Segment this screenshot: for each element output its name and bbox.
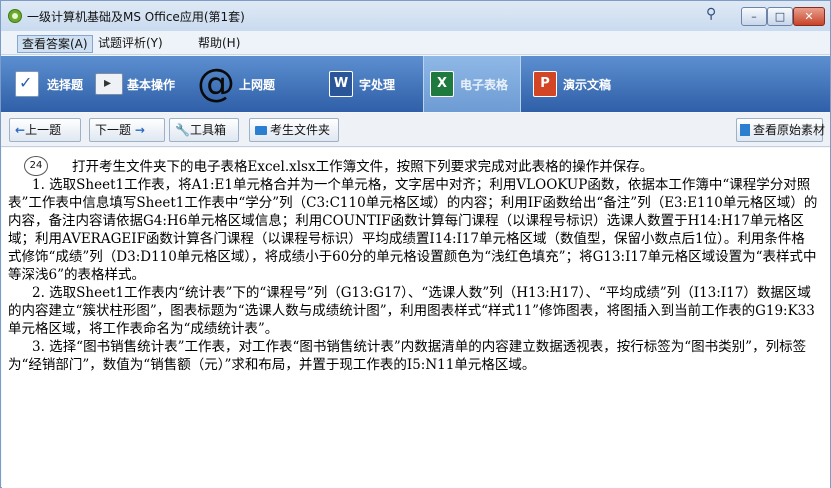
word-icon: W [329, 71, 353, 97]
question-item-1: 1. 选取Sheet1工作表，将A1:E1单元格合并为一个单元格，文字居中对齐；… [8, 177, 818, 283]
category-label: 电子表格 [460, 78, 509, 92]
wrench-icon: 🔧 [175, 123, 190, 137]
question-item-2: 2. 选取Sheet1工作表内“统计表”下的“课程号”列（G13:G17）、“选… [8, 285, 815, 337]
minimize-button[interactable]: – [741, 7, 767, 26]
app-logo-icon [8, 9, 22, 23]
checkmark-icon [15, 71, 39, 97]
menu-view-answer[interactable]: 查看答案(A) [17, 35, 93, 53]
category-label: 基本操作 [127, 78, 176, 92]
menu-question-analysis[interactable]: 试题评析(Y) [94, 35, 167, 53]
category-basic-operation[interactable]: 基本操作 [93, 61, 183, 107]
document-icon [740, 124, 750, 136]
category-label: 上网题 [239, 78, 276, 92]
category-label: 演示文稿 [563, 78, 612, 92]
candidate-folder-button[interactable]: 考生文件夹 [249, 118, 339, 142]
previous-label: 上一题 [25, 123, 62, 137]
category-internet[interactable]: @ 上网题 [193, 61, 303, 107]
question-intro: 打开考生文件夹下的电子表格Excel.xlsx工作簿文件，按照下列要求完成对此表… [72, 159, 654, 175]
category-multiple-choice[interactable]: 选择题 [9, 61, 87, 107]
toolbar: ←上一题 下一题 → 🔧工具箱 考生文件夹 查看原始素材 [1, 113, 830, 147]
title-bar: 一级计算机基础及MS Office应用(第1套) ⚲ – □ ✕ [1, 1, 830, 31]
category-presentation[interactable]: P 演示文稿 [529, 61, 629, 107]
close-button[interactable]: ✕ [793, 7, 825, 26]
excel-icon: X [430, 71, 454, 97]
arrow-left-icon: ← [15, 123, 26, 137]
arrow-right-icon: → [134, 123, 145, 137]
category-word-processing[interactable]: W 字处理 [325, 61, 417, 107]
app-window: 一级计算机基础及MS Office应用(第1套) ⚲ – □ ✕ 查看答案(A)… [0, 0, 831, 488]
powerpoint-icon: P [533, 71, 557, 97]
toolbox-button[interactable]: 🔧工具箱 [169, 118, 239, 142]
toolbox-label: 工具箱 [189, 123, 226, 137]
menu-bar: 查看答案(A) 试题评析(Y) 帮助(H) [1, 31, 830, 55]
question-text: 打开考生文件夹下的电子表格Excel.xlsx工作簿文件，按照下列要求完成对此表… [8, 158, 818, 374]
folder-icon [255, 126, 267, 135]
next-question-button[interactable]: 下一题 → [89, 118, 165, 142]
original-label: 查看原始素材 [753, 123, 826, 137]
at-sign-icon: @ [197, 61, 235, 105]
pin-icon[interactable]: ⚲ [706, 6, 716, 22]
window-icon [95, 73, 123, 95]
question-panel: 24 打开考生文件夹下的电子表格Excel.xlsx工作簿文件，按照下列要求完成… [2, 148, 830, 488]
maximize-button[interactable]: □ [767, 7, 793, 26]
folder-label: 考生文件夹 [270, 123, 331, 137]
category-label: 字处理 [359, 78, 396, 92]
previous-question-button[interactable]: ←上一题 [9, 118, 81, 142]
window-title: 一级计算机基础及MS Office应用(第1套) [27, 10, 245, 24]
view-original-material-button[interactable]: 查看原始素材 [736, 118, 826, 142]
menu-help[interactable]: 帮助(H) [194, 35, 244, 53]
next-label: 下一题 [95, 123, 132, 137]
question-item-3: 3. 选择“图书销售统计表”工作表，对工作表“图书销售统计表”内数据清单的内容建… [8, 339, 807, 373]
category-spreadsheet[interactable]: X 电子表格 [423, 56, 521, 112]
category-bar: 选择题 基本操作 @ 上网题 W 字处理 X 电子表格 P 演示文稿 [1, 56, 830, 112]
category-label: 选择题 [47, 78, 84, 92]
